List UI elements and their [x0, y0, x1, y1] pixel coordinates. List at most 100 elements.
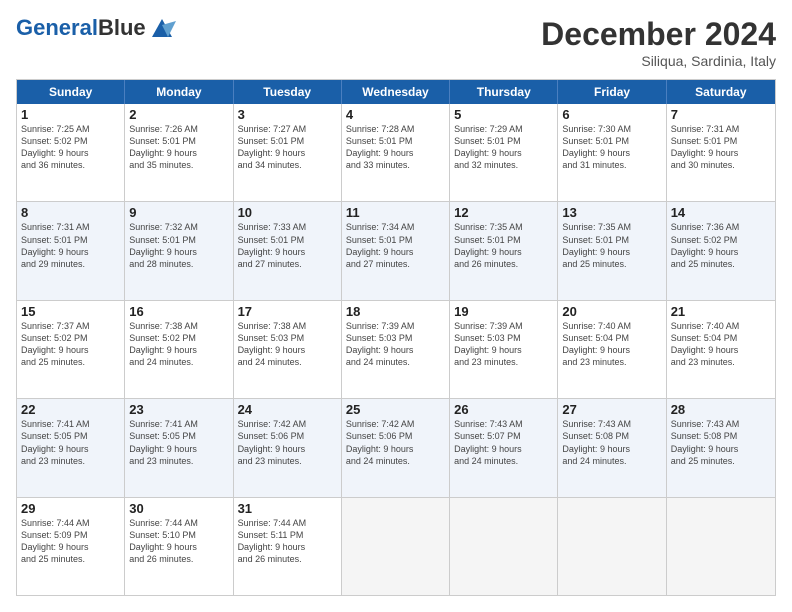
page-header: GeneralBlue December 2024 Siliqua, Sardi… — [16, 16, 776, 69]
day-header-friday: Friday — [558, 80, 666, 104]
logo-icon — [148, 17, 176, 39]
date-number: 24 — [238, 402, 337, 417]
logo-text: GeneralBlue — [16, 16, 146, 40]
cell-info: Sunrise: 7:41 AMSunset: 5:05 PMDaylight:… — [129, 418, 228, 467]
calendar-cell-28: 28Sunrise: 7:43 AMSunset: 5:08 PMDayligh… — [667, 399, 775, 496]
calendar-cell-23: 23Sunrise: 7:41 AMSunset: 5:05 PMDayligh… — [125, 399, 233, 496]
date-number: 10 — [238, 205, 337, 220]
cell-info: Sunrise: 7:42 AMSunset: 5:06 PMDaylight:… — [238, 418, 337, 467]
calendar-cell-1: 1Sunrise: 7:25 AMSunset: 5:02 PMDaylight… — [17, 104, 125, 201]
date-number: 30 — [129, 501, 228, 516]
calendar-cell-27: 27Sunrise: 7:43 AMSunset: 5:08 PMDayligh… — [558, 399, 666, 496]
calendar-cell-29: 29Sunrise: 7:44 AMSunset: 5:09 PMDayligh… — [17, 498, 125, 595]
cell-info: Sunrise: 7:31 AMSunset: 5:01 PMDaylight:… — [21, 221, 120, 270]
cell-info: Sunrise: 7:35 AMSunset: 5:01 PMDaylight:… — [454, 221, 553, 270]
date-number: 1 — [21, 107, 120, 122]
date-number: 13 — [562, 205, 661, 220]
calendar-cell-16: 16Sunrise: 7:38 AMSunset: 5:02 PMDayligh… — [125, 301, 233, 398]
calendar-cell-empty — [342, 498, 450, 595]
calendar-row-4: 29Sunrise: 7:44 AMSunset: 5:09 PMDayligh… — [17, 497, 775, 595]
date-number: 3 — [238, 107, 337, 122]
day-header-saturday: Saturday — [667, 80, 775, 104]
cell-info: Sunrise: 7:44 AMSunset: 5:09 PMDaylight:… — [21, 517, 120, 566]
day-header-thursday: Thursday — [450, 80, 558, 104]
date-number: 2 — [129, 107, 228, 122]
calendar-cell-3: 3Sunrise: 7:27 AMSunset: 5:01 PMDaylight… — [234, 104, 342, 201]
calendar-header: SundayMondayTuesdayWednesdayThursdayFrid… — [17, 80, 775, 104]
date-number: 28 — [671, 402, 771, 417]
cell-info: Sunrise: 7:41 AMSunset: 5:05 PMDaylight:… — [21, 418, 120, 467]
calendar-row-2: 15Sunrise: 7:37 AMSunset: 5:02 PMDayligh… — [17, 300, 775, 398]
date-number: 21 — [671, 304, 771, 319]
cell-info: Sunrise: 7:44 AMSunset: 5:10 PMDaylight:… — [129, 517, 228, 566]
cell-info: Sunrise: 7:38 AMSunset: 5:03 PMDaylight:… — [238, 320, 337, 369]
calendar-cell-11: 11Sunrise: 7:34 AMSunset: 5:01 PMDayligh… — [342, 202, 450, 299]
cell-info: Sunrise: 7:28 AMSunset: 5:01 PMDaylight:… — [346, 123, 445, 172]
cell-info: Sunrise: 7:37 AMSunset: 5:02 PMDaylight:… — [21, 320, 120, 369]
calendar-cell-empty — [667, 498, 775, 595]
calendar-cell-8: 8Sunrise: 7:31 AMSunset: 5:01 PMDaylight… — [17, 202, 125, 299]
cell-info: Sunrise: 7:29 AMSunset: 5:01 PMDaylight:… — [454, 123, 553, 172]
date-number: 8 — [21, 205, 120, 220]
cell-info: Sunrise: 7:32 AMSunset: 5:01 PMDaylight:… — [129, 221, 228, 270]
calendar-row-3: 22Sunrise: 7:41 AMSunset: 5:05 PMDayligh… — [17, 398, 775, 496]
date-number: 27 — [562, 402, 661, 417]
calendar-cell-5: 5Sunrise: 7:29 AMSunset: 5:01 PMDaylight… — [450, 104, 558, 201]
location-subtitle: Siliqua, Sardinia, Italy — [541, 53, 776, 69]
date-number: 25 — [346, 402, 445, 417]
cell-info: Sunrise: 7:36 AMSunset: 5:02 PMDaylight:… — [671, 221, 771, 270]
calendar-cell-2: 2Sunrise: 7:26 AMSunset: 5:01 PMDaylight… — [125, 104, 233, 201]
calendar-cell-26: 26Sunrise: 7:43 AMSunset: 5:07 PMDayligh… — [450, 399, 558, 496]
calendar-row-1: 8Sunrise: 7:31 AMSunset: 5:01 PMDaylight… — [17, 201, 775, 299]
calendar-cell-18: 18Sunrise: 7:39 AMSunset: 5:03 PMDayligh… — [342, 301, 450, 398]
calendar: SundayMondayTuesdayWednesdayThursdayFrid… — [16, 79, 776, 596]
calendar-cell-12: 12Sunrise: 7:35 AMSunset: 5:01 PMDayligh… — [450, 202, 558, 299]
cell-info: Sunrise: 7:42 AMSunset: 5:06 PMDaylight:… — [346, 418, 445, 467]
date-number: 22 — [21, 402, 120, 417]
date-number: 26 — [454, 402, 553, 417]
calendar-cell-20: 20Sunrise: 7:40 AMSunset: 5:04 PMDayligh… — [558, 301, 666, 398]
calendar-cell-15: 15Sunrise: 7:37 AMSunset: 5:02 PMDayligh… — [17, 301, 125, 398]
day-header-monday: Monday — [125, 80, 233, 104]
cell-info: Sunrise: 7:34 AMSunset: 5:01 PMDaylight:… — [346, 221, 445, 270]
date-number: 6 — [562, 107, 661, 122]
date-number: 14 — [671, 205, 771, 220]
calendar-cell-14: 14Sunrise: 7:36 AMSunset: 5:02 PMDayligh… — [667, 202, 775, 299]
calendar-cell-7: 7Sunrise: 7:31 AMSunset: 5:01 PMDaylight… — [667, 104, 775, 201]
day-header-tuesday: Tuesday — [234, 80, 342, 104]
calendar-row-0: 1Sunrise: 7:25 AMSunset: 5:02 PMDaylight… — [17, 104, 775, 201]
calendar-cell-17: 17Sunrise: 7:38 AMSunset: 5:03 PMDayligh… — [234, 301, 342, 398]
calendar-cell-24: 24Sunrise: 7:42 AMSunset: 5:06 PMDayligh… — [234, 399, 342, 496]
date-number: 7 — [671, 107, 771, 122]
cell-info: Sunrise: 7:35 AMSunset: 5:01 PMDaylight:… — [562, 221, 661, 270]
date-number: 19 — [454, 304, 553, 319]
cell-info: Sunrise: 7:39 AMSunset: 5:03 PMDaylight:… — [454, 320, 553, 369]
calendar-cell-empty — [450, 498, 558, 595]
date-number: 15 — [21, 304, 120, 319]
cell-info: Sunrise: 7:25 AMSunset: 5:02 PMDaylight:… — [21, 123, 120, 172]
cell-info: Sunrise: 7:33 AMSunset: 5:01 PMDaylight:… — [238, 221, 337, 270]
page-container: GeneralBlue December 2024 Siliqua, Sardi… — [0, 0, 792, 612]
calendar-cell-25: 25Sunrise: 7:42 AMSunset: 5:06 PMDayligh… — [342, 399, 450, 496]
calendar-body: 1Sunrise: 7:25 AMSunset: 5:02 PMDaylight… — [17, 104, 775, 595]
date-number: 17 — [238, 304, 337, 319]
calendar-cell-30: 30Sunrise: 7:44 AMSunset: 5:10 PMDayligh… — [125, 498, 233, 595]
date-number: 11 — [346, 205, 445, 220]
date-number: 31 — [238, 501, 337, 516]
cell-info: Sunrise: 7:43 AMSunset: 5:08 PMDaylight:… — [671, 418, 771, 467]
cell-info: Sunrise: 7:40 AMSunset: 5:04 PMDaylight:… — [671, 320, 771, 369]
calendar-cell-empty — [558, 498, 666, 595]
calendar-cell-9: 9Sunrise: 7:32 AMSunset: 5:01 PMDaylight… — [125, 202, 233, 299]
calendar-cell-13: 13Sunrise: 7:35 AMSunset: 5:01 PMDayligh… — [558, 202, 666, 299]
date-number: 18 — [346, 304, 445, 319]
cell-info: Sunrise: 7:43 AMSunset: 5:08 PMDaylight:… — [562, 418, 661, 467]
date-number: 4 — [346, 107, 445, 122]
calendar-cell-22: 22Sunrise: 7:41 AMSunset: 5:05 PMDayligh… — [17, 399, 125, 496]
cell-info: Sunrise: 7:38 AMSunset: 5:02 PMDaylight:… — [129, 320, 228, 369]
date-number: 20 — [562, 304, 661, 319]
cell-info: Sunrise: 7:43 AMSunset: 5:07 PMDaylight:… — [454, 418, 553, 467]
cell-info: Sunrise: 7:31 AMSunset: 5:01 PMDaylight:… — [671, 123, 771, 172]
cell-info: Sunrise: 7:44 AMSunset: 5:11 PMDaylight:… — [238, 517, 337, 566]
calendar-cell-10: 10Sunrise: 7:33 AMSunset: 5:01 PMDayligh… — [234, 202, 342, 299]
day-header-sunday: Sunday — [17, 80, 125, 104]
